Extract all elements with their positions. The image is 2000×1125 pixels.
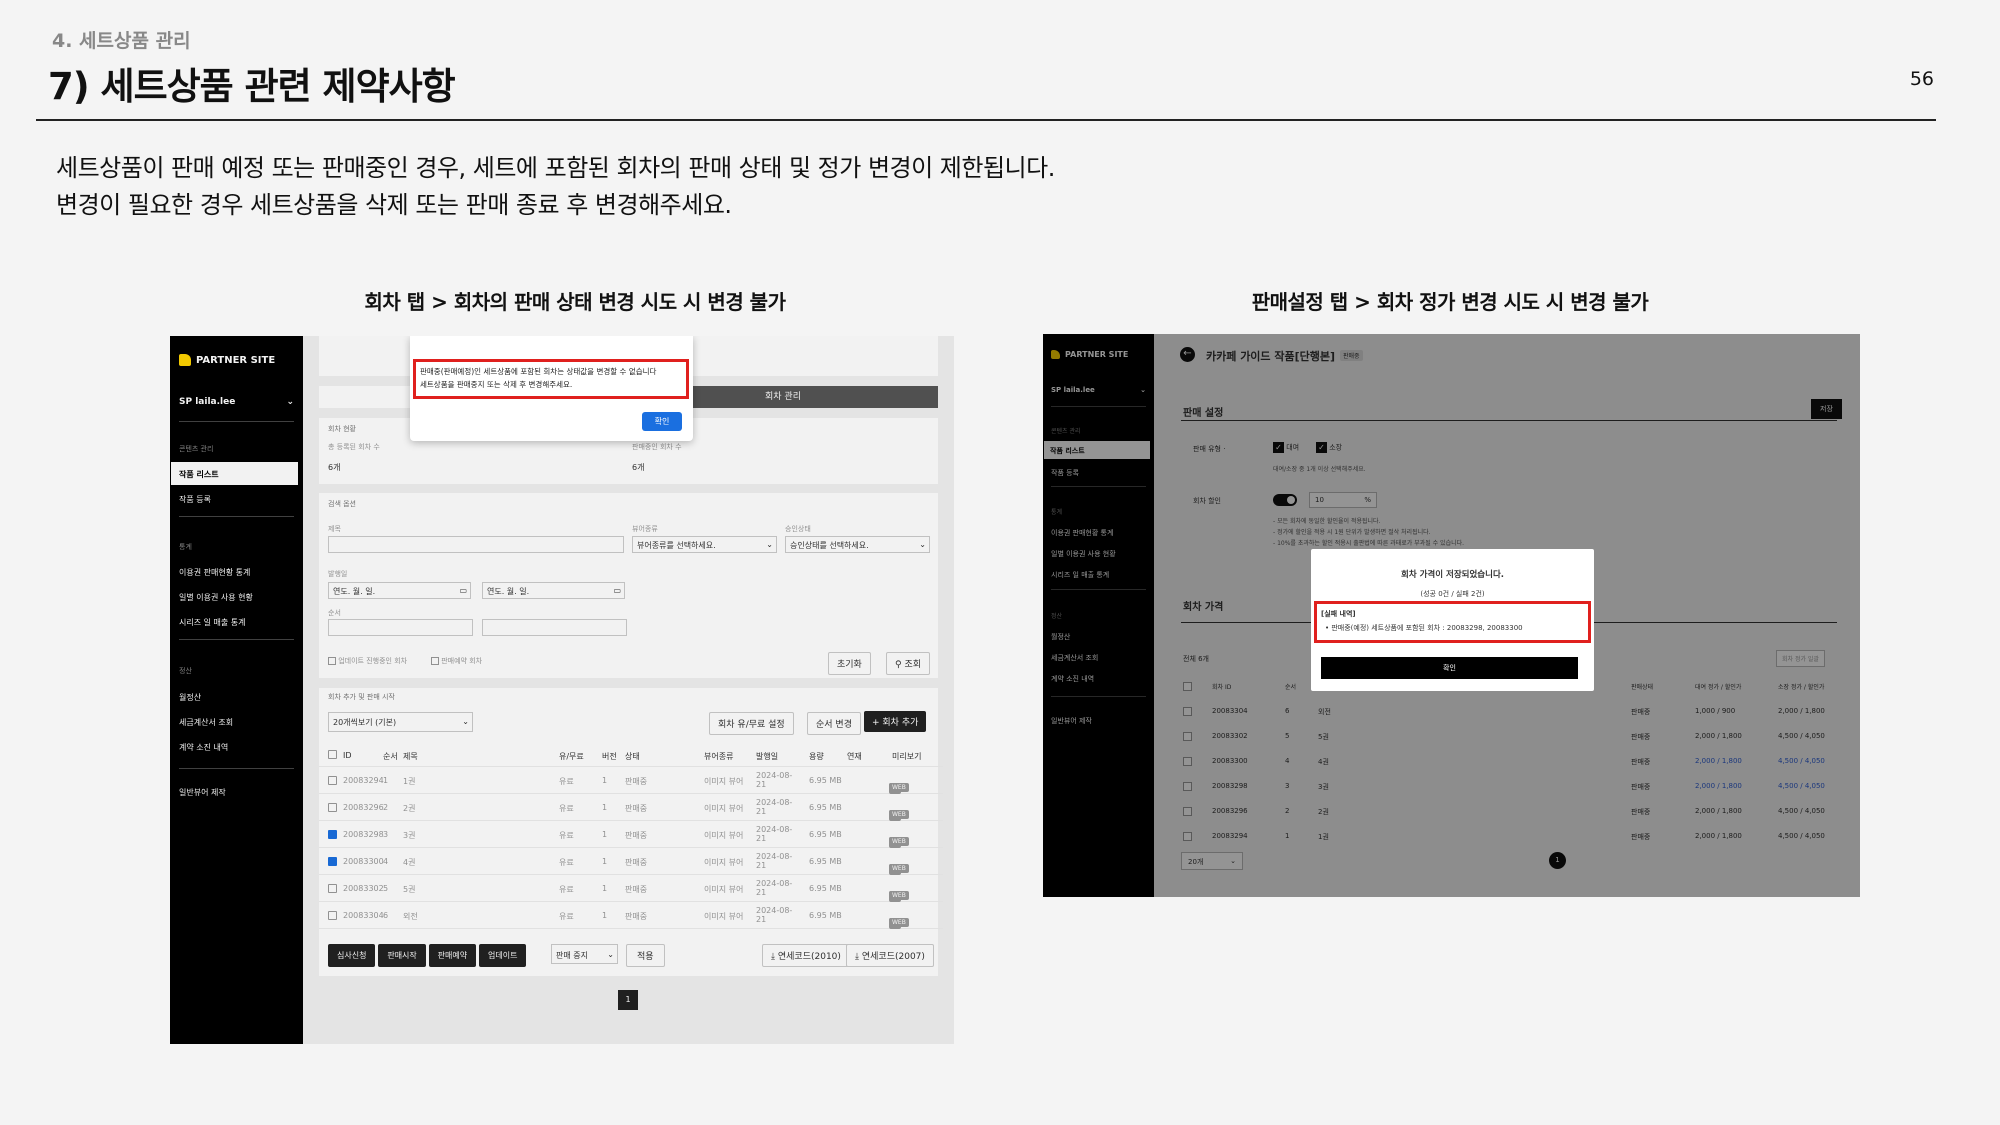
right-screenshot: PARTNER SITE SP laila.lee ⌄ 콘텐츠 관리 작품 리스트… xyxy=(1043,334,1860,897)
caption-left: 회차 탭 > 회차의 판매 상태 변경 시도 시 변경 불가 xyxy=(364,290,787,314)
description-line-1: 세트상품이 판매 예정 또는 판매중인 경우, 세트에 포함된 회차의 판매 상… xyxy=(56,154,1055,182)
modal-title: 회차 가격이 저장되었습니다. xyxy=(1401,570,1504,580)
modal-count: (성공 0건 / 실패 2건) xyxy=(1420,590,1485,598)
section-label: 4. 세트상품 관리 xyxy=(52,30,191,52)
caption-right: 판매설정 탭 > 회차 정가 변경 시도 시 변경 불가 xyxy=(1251,290,1649,314)
modal-backdrop xyxy=(170,336,954,1044)
highlight-box xyxy=(1314,601,1591,643)
description-line-2: 변경이 필요한 경우 세트상품을 삭제 또는 판매 종료 후 변경해주세요. xyxy=(56,191,732,219)
title-divider xyxy=(36,119,1936,121)
confirm-button[interactable]: 확인 xyxy=(1321,657,1578,679)
result-modal: 회차 가격이 저장되었습니다. (성공 0건 / 실패 2건) [실패 내역] … xyxy=(1311,549,1594,691)
highlight-box xyxy=(413,359,689,399)
description: 세트상품이 판매 예정 또는 판매중인 경우, 세트에 포함된 회차의 판매 상… xyxy=(56,150,1055,224)
alert-modal: 판매중(판매예정)인 세트상품에 포함된 회차는 상태값을 변경할 수 없습니다… xyxy=(410,336,693,441)
page-number: 56 xyxy=(1909,68,1934,90)
confirm-button[interactable]: 확인 xyxy=(642,412,682,431)
left-screenshot: PARTNER SITE SP laila.lee ⌄ 콘텐츠 관리 작품 리스트… xyxy=(170,336,954,1044)
page-title: 7) 세트상품 관련 제약사항 xyxy=(48,65,456,108)
